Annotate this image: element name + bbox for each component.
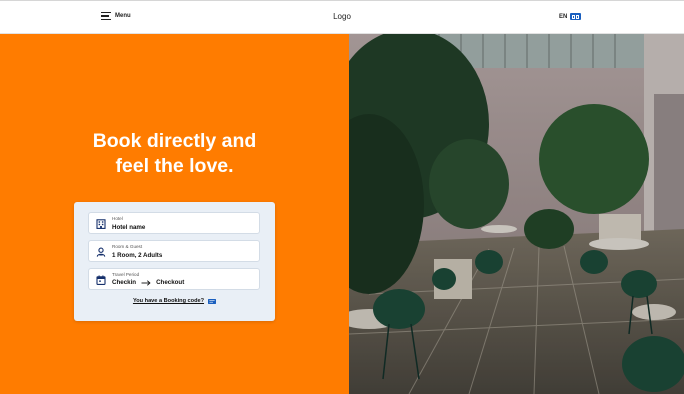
booking-card: Hotel Hotel name Room & Guest 1 Room, 2 … — [74, 202, 275, 321]
hero-headline-line1: Book directly and — [92, 130, 257, 152]
language-selector[interactable]: EN — [559, 13, 582, 20]
travel-period-field[interactable]: Travel Period Checkin Checkout — [88, 268, 260, 290]
ticket-icon — [208, 298, 217, 304]
room-guest-field[interactable]: Room & Guest 1 Room, 2 Adults — [88, 240, 260, 262]
room-guest-field-label: Room & Guest — [112, 244, 143, 249]
booking-code-link[interactable]: You have a Booking code? — [133, 298, 204, 304]
hotel-field-value: Hotel name — [112, 223, 146, 231]
site-header: Menu Logo EN — [0, 0, 684, 34]
building-icon — [96, 219, 106, 229]
travel-period-field-label: Travel Period — [112, 272, 140, 277]
courtyard-illustration — [349, 34, 684, 394]
hotel-field[interactable]: Hotel Hotel name — [88, 212, 260, 234]
logo[interactable]: Logo — [0, 12, 684, 21]
calendar-icon — [96, 275, 106, 285]
language-flag-icon — [570, 13, 582, 20]
hero-headline-line2: feel the love. — [115, 155, 234, 177]
hero-panel: Book directly and feel the love. Hotel H… — [0, 34, 349, 394]
travel-period-values: Checkin Checkout — [112, 279, 184, 286]
booking-code-row: You have a Booking code? — [74, 298, 275, 304]
hero-headline: Book directly and feel the love. — [0, 129, 349, 179]
checkin-value[interactable]: Checkin — [112, 279, 136, 286]
room-guest-field-value: 1 Room, 2 Adults — [112, 251, 163, 259]
language-code: EN — [559, 13, 568, 20]
hotel-courtyard-photo — [349, 34, 684, 394]
arrow-right-icon — [141, 279, 151, 286]
checkout-value[interactable]: Checkout — [156, 279, 184, 286]
hotel-field-label: Hotel — [112, 216, 123, 221]
person-icon — [96, 247, 106, 257]
